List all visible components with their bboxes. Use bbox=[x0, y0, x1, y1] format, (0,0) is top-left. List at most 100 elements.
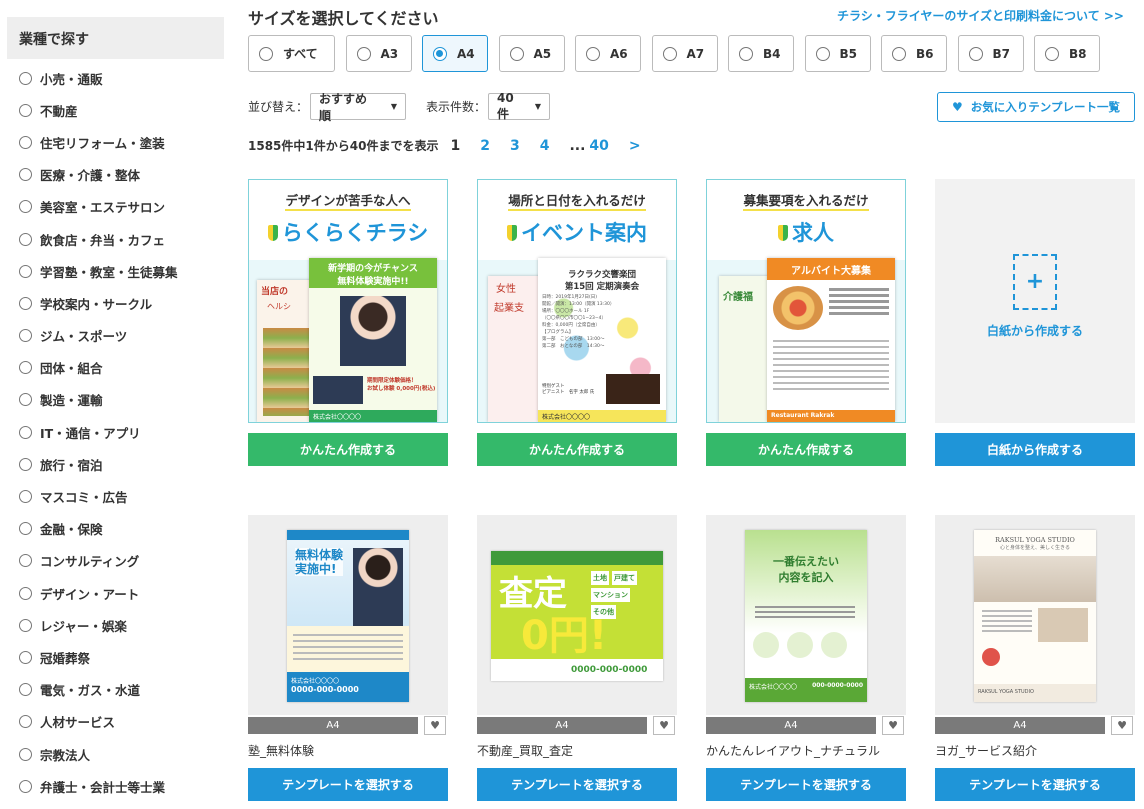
radio-icon bbox=[19, 135, 32, 149]
industry-option[interactable]: 冠婚葬祭 bbox=[7, 641, 224, 673]
pagination: 1 2 3 4 ... 40 > bbox=[450, 138, 660, 154]
blank-label: 白紙から作成する bbox=[986, 323, 1083, 338]
heart-icon[interactable]: ♥ bbox=[882, 715, 904, 735]
size-option-label: A5 bbox=[533, 46, 552, 61]
size-option[interactable]: A6 bbox=[575, 35, 641, 72]
industry-option[interactable]: 学習塾・教室・生徒募集 bbox=[7, 255, 224, 287]
industry-option[interactable]: 学校案内・サークル bbox=[7, 287, 224, 319]
heart-icon[interactable]: ♥ bbox=[1111, 715, 1133, 735]
radio-icon bbox=[1045, 46, 1059, 61]
radio-icon bbox=[19, 103, 32, 117]
industry-option[interactable]: 住宅リフォーム・塗装 bbox=[7, 126, 224, 158]
featured-thumbnail[interactable]: デザインが苦手な人へ らくらくチラシ 当店の ヘルシ 新学期の今がチャンス 無料… bbox=[248, 179, 448, 423]
size-option[interactable]: A5 bbox=[498, 35, 565, 72]
heart-icon[interactable]: ♥ bbox=[653, 715, 675, 735]
featured-subtitle: 場所と日付を入れるだけ bbox=[508, 190, 646, 211]
radio-icon bbox=[19, 200, 32, 214]
flyer-preview-front: 新学期の今がチャンス 無料体験実施中!! 期間限定体験価格！ お試し体験 0,0… bbox=[309, 258, 437, 422]
heart-icon: ♥ bbox=[952, 100, 963, 114]
industry-option[interactable]: 美容室・エステサロン bbox=[7, 191, 224, 223]
featured-card-event: 場所と日付を入れるだけ イベント案内 女性 起業支 ラクラク交響楽団 第15回 … bbox=[477, 179, 677, 466]
select-template-button[interactable]: テンプレートを選択する bbox=[706, 768, 906, 801]
industry-option-label: ジム・スポーツ bbox=[40, 329, 128, 345]
page-link[interactable]: 4 bbox=[540, 138, 550, 154]
radio-icon bbox=[259, 46, 273, 61]
beginner-mark-icon bbox=[778, 225, 788, 241]
industry-option-label: 住宅リフォーム・塗装 bbox=[40, 135, 165, 151]
create-easy-button[interactable]: かんたん作成する bbox=[477, 433, 677, 466]
industry-option-label: 飲食店・弁当・カフェ bbox=[40, 232, 166, 248]
size-option[interactable]: A7 bbox=[651, 35, 718, 72]
industry-option[interactable]: 弁護士・会計士等士業 bbox=[7, 770, 224, 802]
heart-icon[interactable]: ♥ bbox=[424, 715, 446, 735]
industry-option[interactable]: レジャー・娯楽 bbox=[7, 609, 224, 641]
featured-card-recruit: 募集要項を入れるだけ 求人 介護福 アルバイト大募集 Restaurant Ra… bbox=[706, 179, 906, 466]
industry-option-label: 医療・介護・整体 bbox=[40, 168, 141, 184]
industry-option[interactable]: 旅行・宿泊 bbox=[7, 448, 224, 480]
create-easy-button[interactable]: かんたん作成する bbox=[706, 433, 906, 466]
featured-title: イベント案内 bbox=[478, 217, 676, 247]
size-option[interactable]: すべて bbox=[248, 35, 335, 72]
template-meta: A4 ♥ bbox=[477, 715, 677, 735]
industry-option[interactable]: IT・通信・アプリ bbox=[7, 416, 224, 448]
industry-option[interactable]: マスコミ・広告 bbox=[7, 480, 224, 512]
page-link[interactable]: 2 bbox=[480, 138, 490, 154]
page-link[interactable]: 3 bbox=[510, 138, 520, 154]
next-page-link[interactable]: > bbox=[629, 138, 641, 154]
sidebar-heading: 業種で探す bbox=[7, 17, 224, 59]
size-tag: A4 bbox=[248, 716, 418, 734]
radio-icon bbox=[662, 46, 677, 61]
template-thumbnail[interactable]: 一番伝えたい 内容を記入 株式会社〇〇〇〇 000-0000-0000 bbox=[706, 515, 906, 715]
blank-thumbnail[interactable]: + 白紙から作成する bbox=[935, 179, 1135, 423]
page-link-last[interactable]: 40 bbox=[589, 138, 608, 154]
featured-thumbnail[interactable]: 募集要項を入れるだけ 求人 介護福 アルバイト大募集 Restaurant Ra… bbox=[706, 179, 906, 423]
industry-option-label: 小売・通販 bbox=[40, 71, 103, 87]
industry-option[interactable]: 小売・通販 bbox=[7, 62, 224, 94]
template-thumbnail[interactable]: RAKSUL YOGA STUDIO 心と身体を整え、美しく生きる RAKSUL… bbox=[935, 515, 1135, 715]
size-option[interactable]: B6 bbox=[881, 35, 947, 72]
select-template-button[interactable]: テンプレートを選択する bbox=[935, 768, 1135, 801]
industry-option[interactable]: 団体・組合 bbox=[7, 352, 224, 384]
industry-option[interactable]: 不動産 bbox=[7, 94, 224, 126]
industry-option[interactable]: 飲食店・弁当・カフェ bbox=[7, 223, 224, 255]
featured-subtitle: デザインが苦手な人へ bbox=[285, 190, 411, 211]
page-link-current[interactable]: 1 bbox=[450, 138, 460, 154]
industry-option[interactable]: デザイン・アート bbox=[7, 577, 224, 609]
industry-option[interactable]: 金融・保険 bbox=[7, 513, 224, 545]
create-easy-button[interactable]: かんたん作成する bbox=[248, 433, 448, 466]
beginner-mark-icon bbox=[267, 225, 278, 241]
industry-option-label: 冠婚葬祭 bbox=[40, 650, 91, 666]
select-template-button[interactable]: テンプレートを選択する bbox=[477, 768, 677, 801]
radio-icon bbox=[19, 425, 32, 439]
template-name: 不動産_買取_査定 bbox=[477, 744, 574, 758]
industry-option-label: コンサルティング bbox=[40, 554, 140, 570]
industry-option[interactable]: コンサルティング bbox=[7, 545, 224, 577]
template-thumbnail[interactable]: 査定 0円! 土地 戸建て マンション その他 0000-000-0000 bbox=[477, 515, 677, 715]
industry-option[interactable]: 製造・運輸 bbox=[7, 384, 224, 416]
favorites-button[interactable]: ♥ お気に入りテンプレート一覧 bbox=[937, 92, 1135, 122]
industry-option-label: IT・通信・アプリ bbox=[40, 425, 141, 441]
featured-thumbnail[interactable]: 場所と日付を入れるだけ イベント案内 女性 起業支 ラクラク交響楽団 第15回 … bbox=[477, 179, 677, 423]
template-thumbnail[interactable]: 無料体験 実施中! 株式会社〇〇〇〇 0000-000-0000 bbox=[248, 515, 448, 715]
industry-option-label: マスコミ・広告 bbox=[40, 490, 128, 506]
industry-option[interactable]: 宗教法人 bbox=[7, 738, 224, 770]
industry-option-label: 宗教法人 bbox=[40, 747, 91, 763]
radio-icon bbox=[586, 46, 600, 61]
size-option[interactable]: B4 bbox=[728, 35, 794, 72]
result-summary: 1585件中1件から40件までを表示 bbox=[248, 139, 439, 153]
size-pricing-link[interactable]: チラシ・フライヤーのサイズと印刷料金について >> bbox=[837, 7, 1124, 24]
size-option[interactable]: A4 bbox=[422, 35, 488, 72]
sort-select[interactable]: おすすめ順 ▼ bbox=[310, 92, 407, 123]
create-blank-button[interactable]: 白紙から作成する bbox=[935, 433, 1135, 466]
size-option[interactable]: A3 bbox=[345, 35, 412, 72]
industry-option[interactable]: ジム・スポーツ bbox=[7, 320, 224, 352]
select-template-button[interactable]: テンプレートを選択する bbox=[248, 768, 448, 801]
industry-option[interactable]: 人材サービス bbox=[7, 706, 224, 738]
size-option[interactable]: B7 bbox=[957, 35, 1024, 72]
industry-option[interactable]: 医療・介護・整体 bbox=[7, 159, 224, 191]
industry-option[interactable]: 電気・ガス・水道 bbox=[7, 674, 224, 706]
size-option[interactable]: B8 bbox=[1034, 35, 1100, 72]
industry-option-label: 団体・組合 bbox=[40, 361, 103, 377]
count-select[interactable]: 40件 ▼ bbox=[488, 91, 551, 121]
size-option[interactable]: B5 bbox=[804, 35, 871, 72]
